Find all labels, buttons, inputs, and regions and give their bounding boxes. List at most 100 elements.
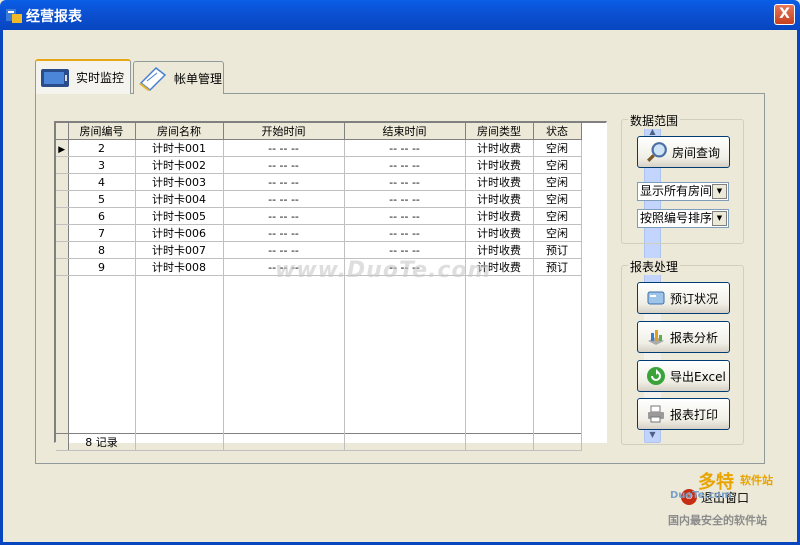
footer-cell [135, 433, 224, 451]
column-header[interactable]: 房间名称 [135, 123, 224, 140]
table-cell[interactable]: -- -- -- [344, 241, 466, 259]
table-cell[interactable]: 计时收费 [465, 207, 534, 225]
table-cell[interactable]: 计时收费 [465, 241, 534, 259]
button-label: 预订状况 [670, 291, 719, 306]
table-cell[interactable]: 空闲 [533, 173, 582, 191]
row-indicator [56, 433, 69, 451]
current-row-arrow-icon: ▶ [58, 144, 66, 155]
room-filter-select[interactable]: 显示所有房间 ▼ [637, 182, 729, 201]
window-title: 经营报表 [26, 9, 82, 25]
column-header[interactable]: 状态 [533, 123, 582, 140]
empty-cell [533, 275, 582, 434]
table-row[interactable]: 5 计时卡004 -- -- -- -- -- -- 计时收费 空闲 [56, 190, 582, 208]
table-row[interactable]: 4 计时卡003 -- -- -- -- -- -- 计时收费 空闲 [56, 173, 582, 191]
app-icon [6, 9, 22, 23]
table-cell[interactable]: -- -- -- [344, 190, 466, 208]
table-cell[interactable]: 空闲 [533, 207, 582, 225]
row-indicator[interactable] [56, 190, 69, 208]
column-header[interactable]: 开始时间 [223, 123, 345, 140]
booking-status-button[interactable]: 预订状况 [637, 282, 730, 314]
analysis-chart-icon [648, 330, 664, 345]
title-bar[interactable]: 经营报表 X [0, 0, 800, 30]
room-query-button[interactable]: 房间查询 [637, 136, 730, 168]
table-row[interactable]: 6 计时卡005 -- -- -- -- -- -- 计时收费 空闲 [56, 207, 582, 225]
empty-cell [68, 275, 136, 434]
table-cell[interactable]: 计时收费 [465, 139, 534, 157]
table-cell[interactable]: 空闲 [533, 156, 582, 174]
table-cell[interactable]: 计时卡002 [135, 156, 224, 174]
column-header[interactable]: 房间类型 [465, 123, 534, 140]
table-cell[interactable]: 5 [68, 190, 136, 208]
table-row[interactable]: 7 计时卡006 -- -- -- -- -- -- 计时收费 空闲 [56, 224, 582, 242]
table-row[interactable]: 3 计时卡002 -- -- -- -- -- -- 计时收费 空闲 [56, 156, 582, 174]
table-cell[interactable]: 计时卡001 [135, 139, 224, 157]
export-excel-button[interactable]: 导出Excel [637, 360, 730, 392]
table-cell[interactable]: -- -- -- [223, 173, 345, 191]
row-indicator[interactable] [56, 156, 69, 174]
table-cell[interactable]: -- -- -- [223, 241, 345, 259]
table-row[interactable]: ▶ 2 计时卡001 -- -- -- -- -- -- 计时收费 空闲 [56, 139, 582, 157]
table-cell[interactable]: -- -- -- [223, 224, 345, 242]
group-title: 报表处理 [628, 258, 681, 275]
row-indicator[interactable] [56, 224, 69, 242]
magnifier-icon [647, 142, 667, 162]
tab-label: 实时监控 [76, 71, 125, 85]
table-cell[interactable]: 计时收费 [465, 173, 534, 191]
table-row[interactable]: 8 计时卡007 -- -- -- -- -- -- 计时收费 预订 [56, 241, 582, 259]
table-cell[interactable]: -- -- -- [344, 207, 466, 225]
table-cell[interactable]: 7 [68, 224, 136, 242]
table-cell[interactable]: 计时收费 [465, 156, 534, 174]
chevron-down-icon[interactable]: ▼ [712, 184, 727, 199]
table-cell[interactable]: -- -- -- [344, 224, 466, 242]
table-cell[interactable]: 计时卡005 [135, 207, 224, 225]
table-cell[interactable]: 计时卡007 [135, 241, 224, 259]
table-cell[interactable]: 空闲 [533, 190, 582, 208]
table-cell[interactable]: 9 [68, 258, 136, 276]
row-indicator[interactable] [56, 241, 69, 259]
tab-bill-management[interactable]: 帐单管理 [133, 61, 224, 94]
table-cell[interactable]: 计时收费 [465, 190, 534, 208]
table-cell[interactable]: -- -- -- [344, 173, 466, 191]
table-cell[interactable]: 计时卡008 [135, 258, 224, 276]
report-analysis-button[interactable]: 报表分析 [637, 321, 730, 353]
table-cell[interactable]: 8 [68, 241, 136, 259]
tab-label: 帐单管理 [174, 71, 223, 86]
table-cell[interactable]: 预订 [533, 258, 582, 276]
table-cell[interactable]: 3 [68, 156, 136, 174]
empty-cell [56, 275, 69, 434]
table-cell[interactable]: 空闲 [533, 139, 582, 157]
tab-realtime-monitor[interactable]: 实时监控 [35, 59, 131, 94]
table-cell[interactable]: 4 [68, 173, 136, 191]
table-cell[interactable]: 预订 [533, 241, 582, 259]
table-cell[interactable]: -- -- -- [223, 139, 345, 157]
logo-url: DuoTe.com [670, 490, 732, 501]
grid-footer-row: 8 记录 [56, 433, 582, 451]
report-print-button[interactable]: 报表打印 [637, 398, 730, 430]
record-count: 8 记录 [68, 433, 136, 451]
sort-order-select[interactable]: 按照编号排序 ▼ [637, 209, 729, 228]
table-cell[interactable]: -- -- -- [223, 207, 345, 225]
column-header[interactable]: 房间编号 [68, 123, 136, 140]
empty-grid-area [56, 275, 582, 434]
table-cell[interactable]: 计时卡004 [135, 190, 224, 208]
close-button[interactable]: X [774, 4, 795, 25]
table-cell[interactable]: 计时收费 [465, 224, 534, 242]
table-cell[interactable]: -- -- -- [223, 190, 345, 208]
table-cell[interactable]: 计时卡006 [135, 224, 224, 242]
row-indicator[interactable] [56, 258, 69, 276]
table-cell[interactable]: 空闲 [533, 224, 582, 242]
row-indicator[interactable] [56, 173, 69, 191]
table-cell[interactable]: 2 [68, 139, 136, 157]
table-cell[interactable]: -- -- -- [223, 156, 345, 174]
footer-cell [223, 433, 345, 451]
table-cell[interactable]: -- -- -- [344, 156, 466, 174]
logo-slogan: 国内最安全的软件站 [668, 514, 767, 527]
table-cell[interactable]: 计时卡003 [135, 173, 224, 191]
row-indicator[interactable]: ▶ [56, 139, 69, 157]
row-indicator[interactable] [56, 207, 69, 225]
button-label: 房间查询 [672, 145, 721, 160]
chevron-down-icon[interactable]: ▼ [712, 211, 727, 226]
table-cell[interactable]: -- -- -- [344, 139, 466, 157]
column-header[interactable]: 结束时间 [344, 123, 466, 140]
table-cell[interactable]: 6 [68, 207, 136, 225]
